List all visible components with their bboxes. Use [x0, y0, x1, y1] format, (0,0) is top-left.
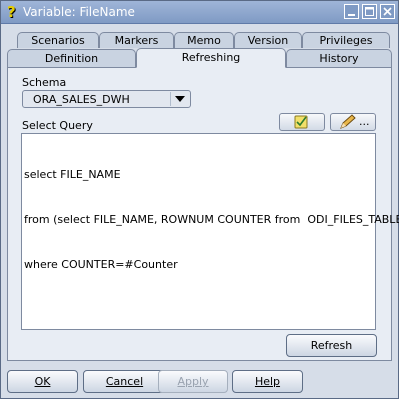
tab-history[interactable]: History — [286, 49, 392, 67]
cancel-button[interactable]: Cancel — [83, 370, 166, 393]
expression-ellipsis: ... — [359, 115, 370, 128]
maximize-icon — [365, 7, 374, 16]
pencil-icon — [340, 114, 356, 129]
tab-markers[interactable]: Markers — [99, 32, 174, 48]
schema-label: Schema — [22, 76, 67, 89]
minimize-icon — [348, 14, 355, 16]
expression-editor-button[interactable]: ... — [330, 113, 376, 131]
question-mark-icon: ? — [7, 3, 16, 21]
help-button[interactable]: Help — [232, 370, 303, 393]
tab-refreshing[interactable]: Refreshing — [136, 48, 286, 68]
tab-memo[interactable]: Memo — [174, 32, 234, 48]
title-bar: ? Variable: FileName — [1, 1, 398, 24]
tab-privileges[interactable]: Privileges — [302, 32, 390, 48]
schema-value: ORA_SALES_DWH — [33, 93, 130, 106]
close-icon — [383, 7, 392, 16]
dropdown-arrow-icon — [175, 96, 185, 102]
tab-definition[interactable]: Definition — [7, 49, 136, 67]
dialog-window: ? Variable: FileName Scenarios Markers M… — [0, 0, 399, 399]
check-syntax-icon — [294, 115, 308, 129]
close-button[interactable] — [380, 4, 395, 19]
refresh-button[interactable]: Refresh — [286, 334, 377, 357]
dropdown-arrow-button[interactable] — [170, 92, 189, 106]
tab-version[interactable]: Version — [234, 32, 302, 48]
window-title: Variable: FileName — [23, 5, 135, 19]
query-line: where COUNTER=#Counter — [24, 258, 178, 271]
select-query-label: Select Query — [22, 119, 93, 132]
minimize-button[interactable] — [344, 4, 359, 19]
apply-button[interactable]: Apply — [158, 370, 228, 393]
query-line: select FILE_NAME — [24, 168, 121, 181]
check-syntax-button[interactable] — [279, 113, 325, 131]
tab-scenarios[interactable]: Scenarios — [17, 32, 99, 48]
maximize-button[interactable] — [362, 4, 377, 19]
select-query-textarea[interactable]: select FILE_NAME from (select FILE_NAME,… — [21, 133, 399, 330]
ok-button[interactable]: OK — [7, 370, 78, 393]
query-line: from (select FILE_NAME, ROWNUM COUNTER f… — [24, 213, 399, 226]
schema-dropdown[interactable]: ORA_SALES_DWH — [22, 90, 191, 108]
